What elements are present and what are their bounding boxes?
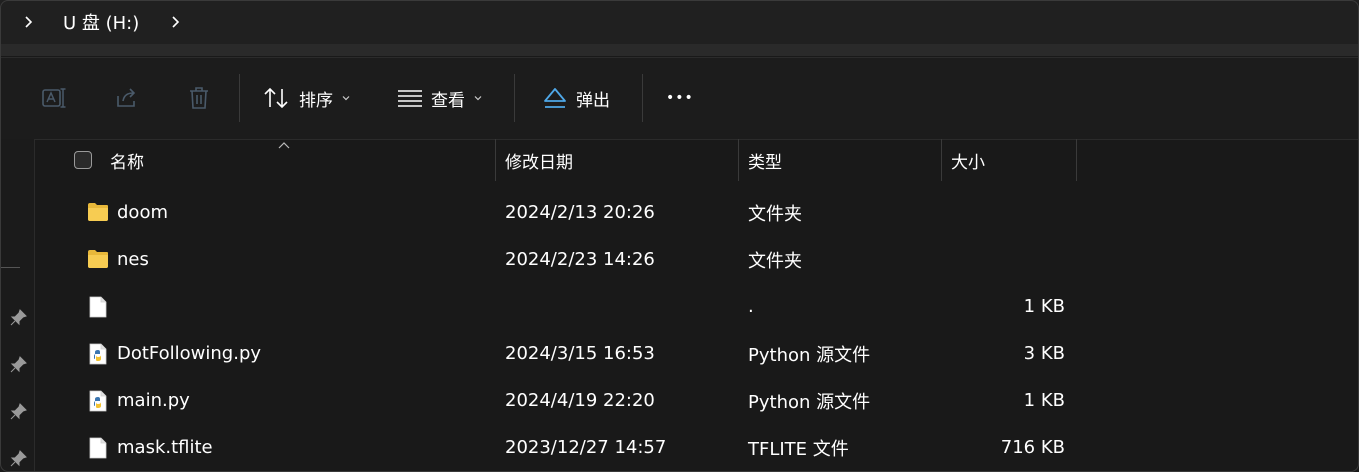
rename-button[interactable] xyxy=(42,78,68,118)
file-size xyxy=(941,236,1065,283)
pin-icon[interactable] xyxy=(9,309,27,327)
command-bar: 排序 查看 弹出 ••• xyxy=(0,57,1359,140)
file-name: nes xyxy=(117,249,149,270)
file-name: mask.tflite xyxy=(117,437,213,458)
sort-button[interactable]: 排序 xyxy=(263,78,351,118)
nav-divider xyxy=(0,267,20,268)
more-options-button[interactable]: ••• xyxy=(666,78,694,118)
file-row[interactable]: DotFollowing.py 2024/3/15 16:53 Python 源文件… xyxy=(35,330,1359,377)
trash-icon xyxy=(190,87,208,109)
python-file-icon xyxy=(89,390,111,412)
file-type: TFLITE 文件 xyxy=(748,438,849,460)
file-type: Python 源文件 xyxy=(748,344,871,366)
column-separator[interactable] xyxy=(495,139,496,181)
eject-label: 弹出 xyxy=(576,90,610,111)
navigation-pane xyxy=(0,139,35,472)
file-row[interactable]: doom 2024/2/13 20:26 文件夹 xyxy=(35,189,1359,236)
toolbar-separator xyxy=(239,74,240,122)
file-row[interactable]: mask.tflite 2023/12/27 14:57 TFLITE 文件 716 … xyxy=(35,424,1359,471)
column-separator[interactable] xyxy=(1076,139,1077,181)
file-size: 716 KB xyxy=(1000,437,1065,458)
file-size: 1 KB xyxy=(1023,390,1065,411)
file-date-modified: 2024/2/23 14:26 xyxy=(505,249,655,270)
folder-icon xyxy=(87,202,109,224)
file-type: Python 源文件 xyxy=(748,391,871,413)
toolbar-separator xyxy=(642,74,643,122)
file-date-modified: 2023/12/27 14:57 xyxy=(505,437,667,458)
file-icon xyxy=(89,437,111,459)
view-label: 查看 xyxy=(431,90,465,111)
file-row[interactable]: . 1 KB xyxy=(35,283,1359,330)
rename-icon xyxy=(42,88,66,108)
file-size: 1 KB xyxy=(1023,296,1065,317)
file-type: 文件夹 xyxy=(748,250,802,272)
sort-label: 排序 xyxy=(299,90,333,111)
file-row[interactable]: nes 2024/2/23 14:26 文件夹 xyxy=(35,236,1359,283)
chevron-down-icon xyxy=(342,96,350,101)
toolbar-separator xyxy=(514,74,515,122)
python-file-icon xyxy=(89,343,111,365)
file-name: DotFollowing.py xyxy=(117,343,262,364)
chevron-right-icon[interactable] xyxy=(20,14,36,30)
file-size: 3 KB xyxy=(1023,343,1065,364)
file-type: 文件夹 xyxy=(748,203,802,225)
pin-icon[interactable] xyxy=(9,356,27,374)
folder-icon xyxy=(87,249,109,271)
delete-button[interactable] xyxy=(188,78,210,118)
column-header: 名称 修改日期 类型 大小 xyxy=(35,139,1359,181)
file-date-modified: 2024/3/15 16:53 xyxy=(505,343,655,364)
file-size xyxy=(941,189,1065,236)
chevron-right-icon[interactable] xyxy=(167,14,183,30)
column-separator[interactable] xyxy=(738,139,739,181)
sort-icon xyxy=(264,87,288,109)
share-icon xyxy=(117,88,136,107)
file-icon xyxy=(89,296,111,318)
column-date-modified[interactable]: 修改日期 xyxy=(505,139,573,181)
address-bar-fill xyxy=(0,44,1359,56)
breadcrumb-drive[interactable]: U 盘 (H:) xyxy=(63,0,139,44)
column-name[interactable]: 名称 xyxy=(110,139,144,181)
file-row[interactable]: main.py 2024/4/19 22:20 Python 源文件 1 KB xyxy=(35,377,1359,424)
file-date-modified: 2024/4/19 22:20 xyxy=(505,390,655,411)
view-list-icon xyxy=(398,90,422,107)
column-separator[interactable] xyxy=(941,139,942,181)
view-button[interactable]: 查看 xyxy=(397,78,483,118)
file-type: . xyxy=(748,296,754,317)
sort-ascending-icon xyxy=(278,142,290,149)
pin-icon[interactable] xyxy=(9,403,27,421)
address-bar: U 盘 (H:) xyxy=(0,0,1359,56)
file-name: doom xyxy=(117,202,168,223)
eject-button[interactable]: 弹出 xyxy=(542,78,610,118)
chevron-down-icon xyxy=(474,96,482,101)
file-date-modified: 2024/2/13 20:26 xyxy=(505,202,655,223)
column-type[interactable]: 类型 xyxy=(748,139,782,181)
file-name: main.py xyxy=(117,390,190,411)
eject-icon xyxy=(544,88,566,108)
pin-icon[interactable] xyxy=(9,450,27,468)
share-button[interactable] xyxy=(115,78,139,118)
column-size[interactable]: 大小 xyxy=(951,139,985,181)
